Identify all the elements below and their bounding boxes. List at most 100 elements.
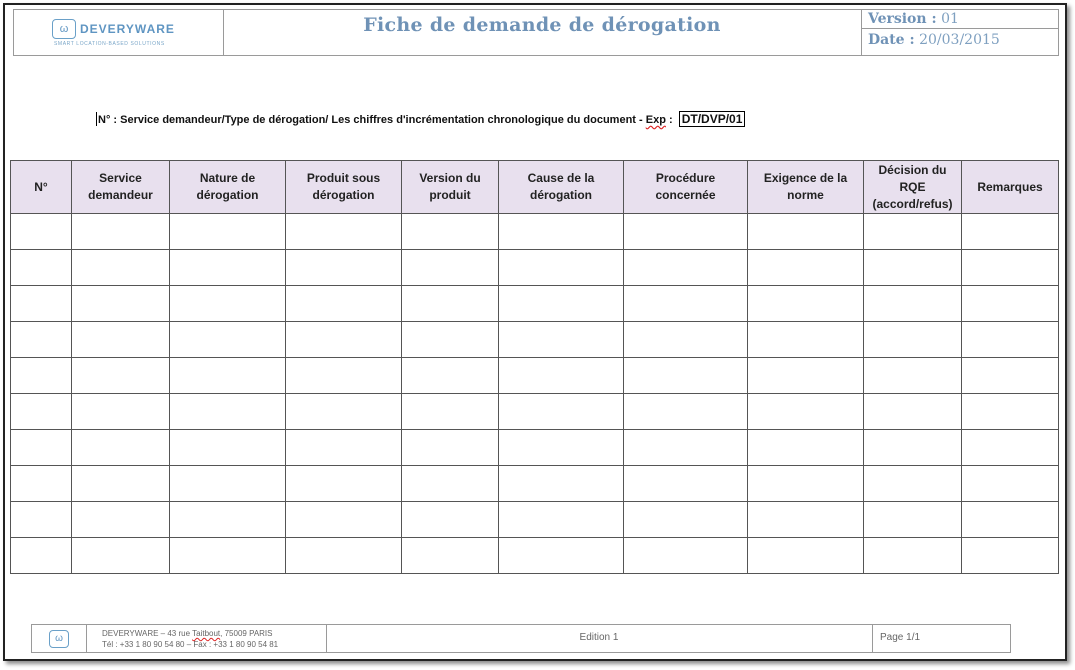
table-cell[interactable] — [961, 249, 1059, 286]
table-cell[interactable] — [863, 465, 962, 502]
table-cell[interactable] — [961, 321, 1059, 358]
table-cell[interactable] — [747, 321, 864, 358]
table-cell[interactable] — [498, 537, 624, 574]
table-cell[interactable] — [623, 465, 748, 502]
table-cell[interactable] — [747, 213, 864, 250]
table-cell[interactable] — [863, 357, 962, 394]
table-cell[interactable] — [747, 537, 864, 574]
table-cell[interactable] — [169, 429, 286, 466]
table-cell[interactable] — [10, 213, 72, 250]
table-cell[interactable] — [401, 465, 499, 502]
table-cell[interactable] — [71, 537, 170, 574]
table-cell[interactable] — [401, 321, 499, 358]
table-cell[interactable] — [961, 465, 1059, 502]
table-cell[interactable] — [623, 429, 748, 466]
table-cell[interactable] — [71, 213, 170, 250]
table-cell[interactable] — [401, 357, 499, 394]
table-cell[interactable] — [169, 501, 286, 538]
table-cell[interactable] — [10, 393, 72, 430]
table-cell[interactable] — [71, 285, 170, 322]
table-cell[interactable] — [747, 285, 864, 322]
table-cell[interactable] — [71, 501, 170, 538]
table-cell[interactable] — [10, 537, 72, 574]
table-cell[interactable] — [747, 501, 864, 538]
table-cell[interactable] — [169, 285, 286, 322]
table-cell[interactable] — [863, 321, 962, 358]
table-cell[interactable] — [863, 501, 962, 538]
table-cell[interactable] — [623, 213, 748, 250]
table-cell[interactable] — [961, 501, 1059, 538]
table-cell[interactable] — [498, 357, 624, 394]
table-cell[interactable] — [961, 393, 1059, 430]
table-cell[interactable] — [401, 393, 499, 430]
table-cell[interactable] — [498, 393, 624, 430]
table-cell[interactable] — [285, 357, 402, 394]
table-cell[interactable] — [10, 321, 72, 358]
table-cell[interactable] — [285, 249, 402, 286]
table-cell[interactable] — [863, 393, 962, 430]
table-cell[interactable] — [285, 213, 402, 250]
table-cell[interactable] — [961, 213, 1059, 250]
table-cell[interactable] — [498, 321, 624, 358]
table-cell[interactable] — [285, 393, 402, 430]
table-cell[interactable] — [401, 285, 499, 322]
table-cell[interactable] — [71, 357, 170, 394]
table-cell[interactable] — [71, 429, 170, 466]
table-cell[interactable] — [863, 537, 962, 574]
table-cell[interactable] — [10, 429, 72, 466]
table-cell[interactable] — [747, 393, 864, 430]
table-cell[interactable] — [623, 285, 748, 322]
table-cell[interactable] — [169, 213, 286, 250]
table-cell[interactable] — [623, 501, 748, 538]
table-cell[interactable] — [169, 465, 286, 502]
table-cell[interactable] — [961, 285, 1059, 322]
table-cell[interactable] — [285, 537, 402, 574]
table-cell[interactable] — [961, 357, 1059, 394]
table-cell[interactable] — [863, 285, 962, 322]
table-cell[interactable] — [498, 213, 624, 250]
table-cell[interactable] — [498, 501, 624, 538]
table-cell[interactable] — [863, 213, 962, 250]
table-cell[interactable] — [498, 465, 624, 502]
table-cell[interactable] — [623, 321, 748, 358]
table-cell[interactable] — [169, 537, 286, 574]
table-cell[interactable] — [401, 429, 499, 466]
table-cell[interactable] — [623, 249, 748, 286]
table-cell[interactable] — [169, 321, 286, 358]
table-cell[interactable] — [863, 249, 962, 286]
table-cell[interactable] — [498, 249, 624, 286]
table-cell[interactable] — [285, 285, 402, 322]
table-cell[interactable] — [285, 465, 402, 502]
table-cell[interactable] — [10, 465, 72, 502]
table-cell[interactable] — [285, 429, 402, 466]
table-cell[interactable] — [285, 321, 402, 358]
table-cell[interactable] — [747, 465, 864, 502]
table-cell[interactable] — [498, 285, 624, 322]
table-cell[interactable] — [498, 429, 624, 466]
table-cell[interactable] — [747, 357, 864, 394]
table-cell[interactable] — [747, 249, 864, 286]
table-cell[interactable] — [71, 249, 170, 286]
table-cell[interactable] — [623, 393, 748, 430]
table-cell[interactable] — [747, 429, 864, 466]
table-cell[interactable] — [401, 213, 499, 250]
table-cell[interactable] — [169, 357, 286, 394]
table-cell[interactable] — [285, 501, 402, 538]
table-cell[interactable] — [961, 537, 1059, 574]
table-cell[interactable] — [71, 465, 170, 502]
table-cell[interactable] — [169, 393, 286, 430]
table-cell[interactable] — [401, 537, 499, 574]
table-cell[interactable] — [71, 393, 170, 430]
table-cell[interactable] — [623, 537, 748, 574]
table-cell[interactable] — [623, 357, 748, 394]
table-cell[interactable] — [10, 285, 72, 322]
table-cell[interactable] — [71, 321, 170, 358]
table-cell[interactable] — [169, 249, 286, 286]
table-cell[interactable] — [961, 429, 1059, 466]
table-cell[interactable] — [10, 501, 72, 538]
table-cell[interactable] — [401, 249, 499, 286]
table-cell[interactable] — [863, 429, 962, 466]
table-cell[interactable] — [401, 501, 499, 538]
table-cell[interactable] — [10, 357, 72, 394]
table-cell[interactable] — [10, 249, 72, 286]
